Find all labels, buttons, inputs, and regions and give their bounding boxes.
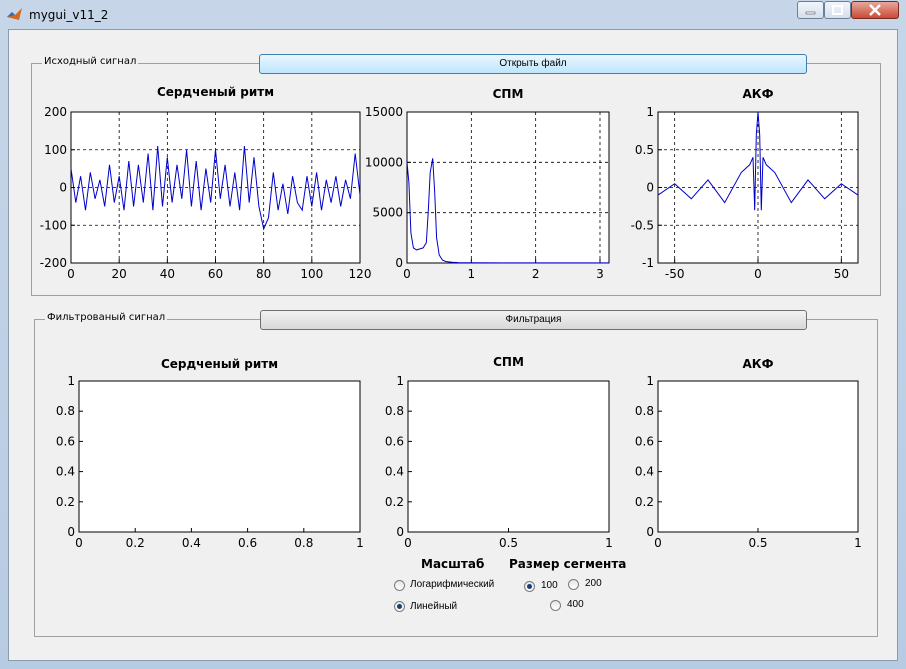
- x-tick-label: 1: [468, 267, 476, 281]
- chart-filtered-acf: АКФ 0 0.5 1 1 0.8 0.6 0.4 0.2 0: [635, 357, 862, 550]
- x-tick-label: 2: [532, 267, 540, 281]
- y-tick-label: 0.8: [56, 404, 75, 418]
- plot-area: [407, 380, 610, 533]
- x-tick-label: 0.4: [182, 536, 201, 550]
- chart-acf: АКФ -50 0 50 1 0.5 0 -0.5 -1: [631, 87, 859, 281]
- x-tick-label: 40: [160, 267, 175, 281]
- radio-segment-100[interactable]: [524, 581, 535, 592]
- y-tick-label: 0.6: [635, 434, 654, 448]
- plot-title: Сердченый ритм: [161, 357, 278, 371]
- y-tick-label: 0.2: [56, 495, 75, 509]
- radio-segment-200[interactable]: [568, 579, 579, 590]
- y-tick-label: 1: [646, 374, 654, 388]
- radio-log-scale[interactable]: [394, 580, 405, 591]
- plot-title: АКФ: [743, 357, 774, 371]
- x-tick-label: 60: [208, 267, 223, 281]
- x-tick-label: 0.2: [126, 536, 145, 550]
- y-tick-label: 0.4: [635, 465, 654, 479]
- plot-area: [657, 380, 859, 533]
- radio-log-scale-label[interactable]: Логарифмический: [410, 579, 494, 590]
- chart-heart-rhythm: Сердченый ритм 0 20 40 60 80 100 120 200 100 0 -100…: [40, 85, 372, 281]
- y-tick-label: 0: [395, 256, 403, 270]
- radio-segment-400-label[interactable]: 400: [567, 599, 584, 610]
- y-tick-label: 0: [646, 525, 654, 539]
- radio-selected-dot: [527, 584, 532, 589]
- y-tick-label: 1: [646, 105, 654, 119]
- plot-title: СПМ: [493, 87, 524, 101]
- y-tick-label: 0.2: [385, 495, 404, 509]
- y-tick-label: 0.6: [56, 434, 75, 448]
- x-tick-label: 0: [403, 267, 411, 281]
- y-tick-label: 1: [67, 374, 75, 388]
- plot-title: Сердченый ритм: [157, 85, 274, 99]
- x-tick-label: 0: [754, 267, 762, 281]
- radio-segment-200-label[interactable]: 200: [585, 578, 602, 589]
- y-tick-label: 5000: [372, 206, 403, 220]
- radio-segment-100-label[interactable]: 100: [541, 580, 558, 591]
- y-tick-label: 100: [44, 143, 67, 157]
- x-tick-label: 100: [300, 267, 323, 281]
- y-tick-label: 10000: [365, 155, 403, 169]
- y-tick-label: 0.6: [385, 434, 404, 448]
- radio-linear-scale-label[interactable]: Линейный: [410, 601, 457, 612]
- radio-linear-scale[interactable]: [394, 601, 405, 612]
- y-tick-label: 0: [67, 525, 75, 539]
- y-tick-label: 0: [59, 181, 67, 195]
- x-tick-label: 0: [67, 267, 75, 281]
- y-tick-label: 0.8: [635, 404, 654, 418]
- x-tick-label: 80: [256, 267, 271, 281]
- y-tick-label: 0.5: [635, 143, 654, 157]
- radio-segment-400[interactable]: [550, 600, 561, 611]
- chart-filtered-psd: СПМ 0 0.5 1 1 0.8 0.6 0.4 0.2 0: [385, 355, 613, 550]
- y-tick-label: 15000: [365, 105, 403, 119]
- x-tick-label: 1: [854, 536, 862, 550]
- y-tick-label: 0.4: [385, 465, 404, 479]
- y-tick-label: -200: [40, 256, 67, 270]
- x-tick-label: 0.8: [294, 536, 313, 550]
- y-tick-label: 0: [396, 525, 404, 539]
- x-tick-label: 0.5: [748, 536, 767, 550]
- application-window: mygui_v11_2 Исходный сигнал Открыть файл…: [0, 0, 906, 669]
- scale-label: Масштаб: [421, 557, 485, 571]
- x-tick-label: 3: [596, 267, 604, 281]
- y-tick-label: -100: [40, 218, 67, 232]
- y-tick-label: 1: [396, 374, 404, 388]
- radio-selected-dot: [397, 604, 402, 609]
- x-tick-label: 50: [834, 267, 849, 281]
- y-tick-label: 0.2: [635, 495, 654, 509]
- x-tick-label: 0: [75, 536, 83, 550]
- x-tick-label: 0: [404, 536, 412, 550]
- plot-title: АКФ: [743, 87, 774, 101]
- y-tick-label: 0.4: [56, 465, 75, 479]
- x-tick-label: 0.6: [238, 536, 257, 550]
- chart-psd: СПМ 0 1 2 3 15000 10000 5000 0: [365, 87, 610, 281]
- plot-title: СПМ: [493, 355, 524, 369]
- x-tick-label: -50: [665, 267, 685, 281]
- y-tick-label: 0: [646, 181, 654, 195]
- segment-size-label: Размер сегмента: [509, 557, 627, 571]
- chart-filtered-heart-rhythm: Сердченый ритм 0 0.2 0.4 0.6 0.8 1 1 0.8 0.6 0.4 0.…: [56, 357, 364, 550]
- y-tick-label: -1: [642, 256, 654, 270]
- x-tick-label: 120: [349, 267, 372, 281]
- x-tick-label: 1: [356, 536, 364, 550]
- x-tick-label: 1: [605, 536, 613, 550]
- y-tick-label: -0.5: [631, 218, 654, 232]
- x-tick-label: 20: [112, 267, 127, 281]
- y-tick-label: 0.8: [385, 404, 404, 418]
- plot-area: [78, 380, 361, 533]
- x-tick-label: 0.5: [499, 536, 518, 550]
- x-tick-label: 0: [654, 536, 662, 550]
- y-tick-label: 200: [44, 105, 67, 119]
